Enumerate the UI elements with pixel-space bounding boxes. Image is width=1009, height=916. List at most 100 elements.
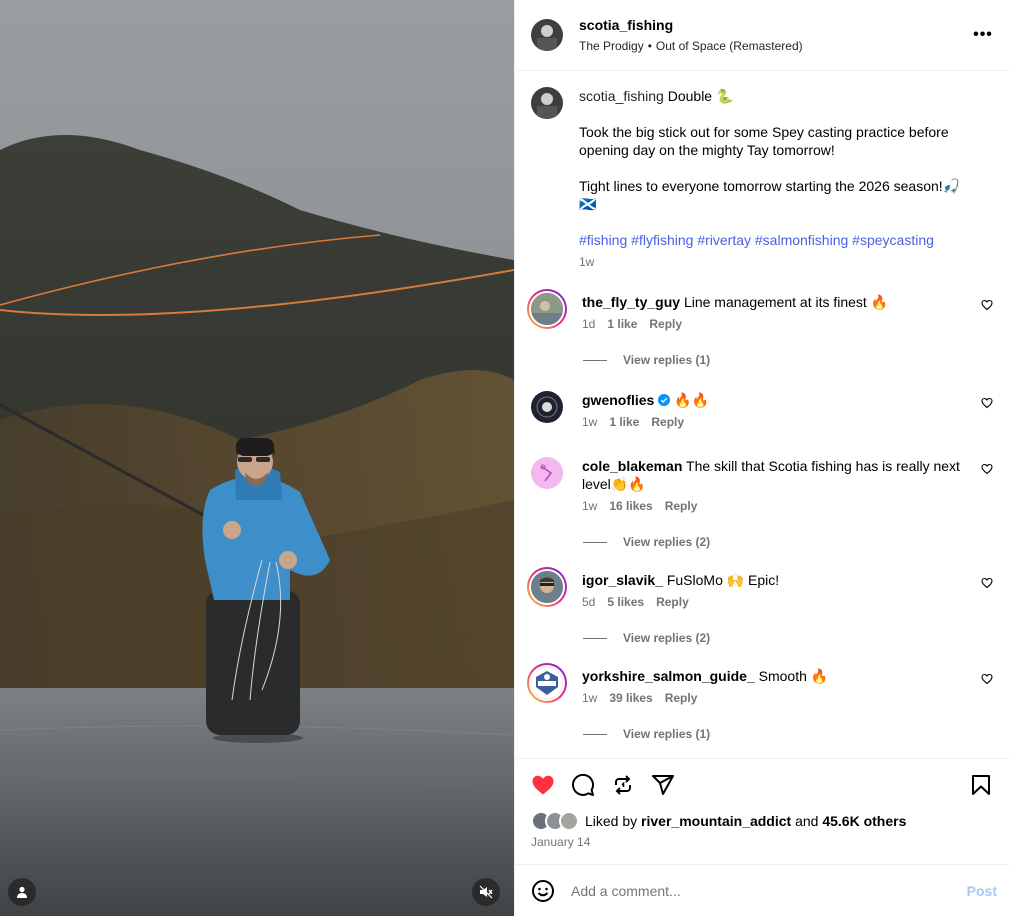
commenter-avatar[interactable]	[531, 391, 563, 423]
hashtag-link[interactable]: #flyfishing	[631, 232, 693, 248]
replies-line	[583, 637, 607, 639]
comment-username[interactable]: the_fly_ty_guy	[582, 294, 680, 310]
more-options-button[interactable]: •••	[971, 23, 995, 47]
comment-like-heart-icon[interactable]	[981, 577, 993, 589]
view-replies-button[interactable]: View replies (1)	[583, 353, 993, 367]
likes-summary[interactable]: Liked by river_mountain_addict and 45.6K…	[531, 811, 993, 831]
comment-likes[interactable]: 39 likes	[609, 691, 652, 705]
post-header: scotia_fishing The Prodigy • Out of Space …	[515, 0, 1009, 71]
add-comment-bar: Post	[515, 864, 1009, 916]
verified-badge-icon	[658, 394, 671, 406]
comment-button[interactable]	[571, 773, 595, 797]
hashtag-link[interactable]: #salmonfishing	[755, 232, 848, 248]
replies-line	[583, 541, 607, 543]
post-date[interactable]: January 14	[531, 835, 993, 849]
comment-like-heart-icon[interactable]	[981, 299, 993, 311]
story-ring[interactable]	[527, 567, 567, 607]
comment-item: yorkshire_salmon_guide_ Smooth 🔥 1w 39 li…	[527, 663, 993, 707]
reply-button[interactable]: Reply	[651, 415, 684, 429]
author-avatar[interactable]	[531, 19, 563, 51]
comment-time[interactable]: 5d	[582, 595, 595, 609]
audio-info[interactable]: The Prodigy • Out of Space (Remastered)	[579, 39, 971, 53]
comment-time[interactable]: 1w	[582, 691, 597, 705]
comment-like-heart-icon[interactable]	[981, 397, 993, 409]
commenter-avatar	[529, 291, 565, 327]
view-replies-label: View replies (1)	[623, 727, 711, 741]
emoji-icon[interactable]	[531, 879, 555, 903]
reply-button[interactable]: Reply	[649, 317, 682, 331]
audio-track[interactable]: Out of Space (Remastered)	[656, 39, 803, 53]
repost-icon	[615, 775, 631, 795]
comment-likes[interactable]: 1 like	[609, 415, 639, 429]
commenter-avatar	[529, 569, 565, 605]
commenter-avatar[interactable]	[531, 457, 563, 489]
audio-separator: •	[647, 39, 652, 53]
view-replies-button[interactable]: View replies (2)	[583, 535, 993, 549]
liked-by-others[interactable]: 45.6K others	[822, 813, 906, 829]
caption-paragraph: Took the big stick out for some Spey cas…	[579, 124, 949, 158]
hashtag-link[interactable]: #fishing	[579, 232, 627, 248]
caption-hashtags: #fishing #flyfishing #rivertay #salmonfi…	[579, 231, 963, 249]
comments-scroll-area[interactable]: scotia_fishing Double 🐍 Took the big sti…	[515, 71, 1009, 758]
comment-time[interactable]: 1w	[582, 415, 597, 429]
comment-text: 🔥🔥	[674, 392, 710, 408]
like-button[interactable]	[531, 773, 555, 797]
comment-likes[interactable]: 16 likes	[609, 499, 652, 513]
author-avatar[interactable]	[531, 87, 563, 119]
story-ring[interactable]	[527, 663, 567, 703]
comment-like-heart-icon[interactable]	[981, 463, 993, 475]
user-icon	[17, 886, 27, 898]
comment-username[interactable]: gwenoflies	[582, 392, 654, 408]
fishing-video-frame	[0, 0, 514, 916]
view-replies-label: View replies (2)	[623, 535, 711, 549]
post-actions: Liked by river_mountain_addict and 45.6K…	[515, 758, 1009, 864]
hashtag-link[interactable]: #speycasting	[852, 232, 934, 248]
comment-bubble-icon	[572, 773, 595, 796]
paper-plane-icon	[652, 775, 674, 795]
comment-text: FuSloMo 🙌 Epic!	[666, 572, 780, 588]
share-button[interactable]	[651, 773, 675, 797]
post-button[interactable]: Post	[967, 883, 997, 899]
audio-artist[interactable]: The Prodigy	[579, 39, 644, 53]
tagged-users-button[interactable]	[8, 878, 36, 906]
caption-title: Double 🐍	[667, 88, 734, 104]
comment-time[interactable]: 1w	[582, 499, 597, 513]
comment-username[interactable]: cole_blakeman	[582, 458, 682, 474]
reply-button[interactable]: Reply	[656, 595, 689, 609]
comment-username[interactable]: igor_slavik_	[582, 572, 663, 588]
hashtag-link[interactable]: #rivertay	[697, 232, 751, 248]
comment-likes[interactable]: 5 likes	[607, 595, 644, 609]
replies-line	[583, 359, 607, 361]
view-replies-button[interactable]: View replies (2)	[583, 631, 993, 645]
comment-time[interactable]: 1d	[582, 317, 595, 331]
story-ring[interactable]	[527, 289, 567, 329]
author-username[interactable]: scotia_fishing	[579, 17, 971, 33]
liked-by-prefix: Liked by	[585, 813, 638, 829]
liked-by-user[interactable]: river_mountain_addict	[641, 813, 791, 829]
speaker-muted-icon	[479, 885, 493, 899]
caption: scotia_fishing Double 🐍 Took the big sti…	[531, 87, 993, 271]
save-button[interactable]	[969, 773, 993, 797]
caption-time[interactable]: 1w	[579, 255, 594, 269]
reply-button[interactable]: Reply	[665, 499, 698, 513]
heart-filled-icon	[532, 775, 554, 795]
liked-by-and: and	[795, 813, 819, 829]
reply-button[interactable]: Reply	[665, 691, 698, 705]
comment-username[interactable]: yorkshire_salmon_guide_	[582, 668, 755, 684]
view-replies-label: View replies (1)	[623, 353, 711, 367]
replies-line	[583, 733, 607, 735]
view-replies-label: View replies (2)	[623, 631, 711, 645]
commenter-avatar	[529, 665, 565, 701]
repost-button[interactable]	[611, 773, 635, 797]
comment-input[interactable]	[571, 882, 967, 899]
comment-item: igor_slavik_ FuSloMo 🙌 Epic! 5d 5 likes Re…	[527, 567, 993, 611]
comment-like-heart-icon[interactable]	[981, 673, 993, 685]
caption-username[interactable]: scotia_fishing	[579, 88, 664, 104]
comment-likes[interactable]: 1 like	[607, 317, 637, 331]
view-replies-button[interactable]: View replies (1)	[583, 727, 993, 741]
post-media[interactable]	[0, 0, 514, 916]
liker-avatars	[531, 811, 579, 831]
comment-item: the_fly_ty_guy Line management at its fi…	[527, 289, 993, 333]
comment-text: Line management at its finest 🔥	[683, 294, 889, 310]
audio-mute-button[interactable]	[472, 878, 500, 906]
